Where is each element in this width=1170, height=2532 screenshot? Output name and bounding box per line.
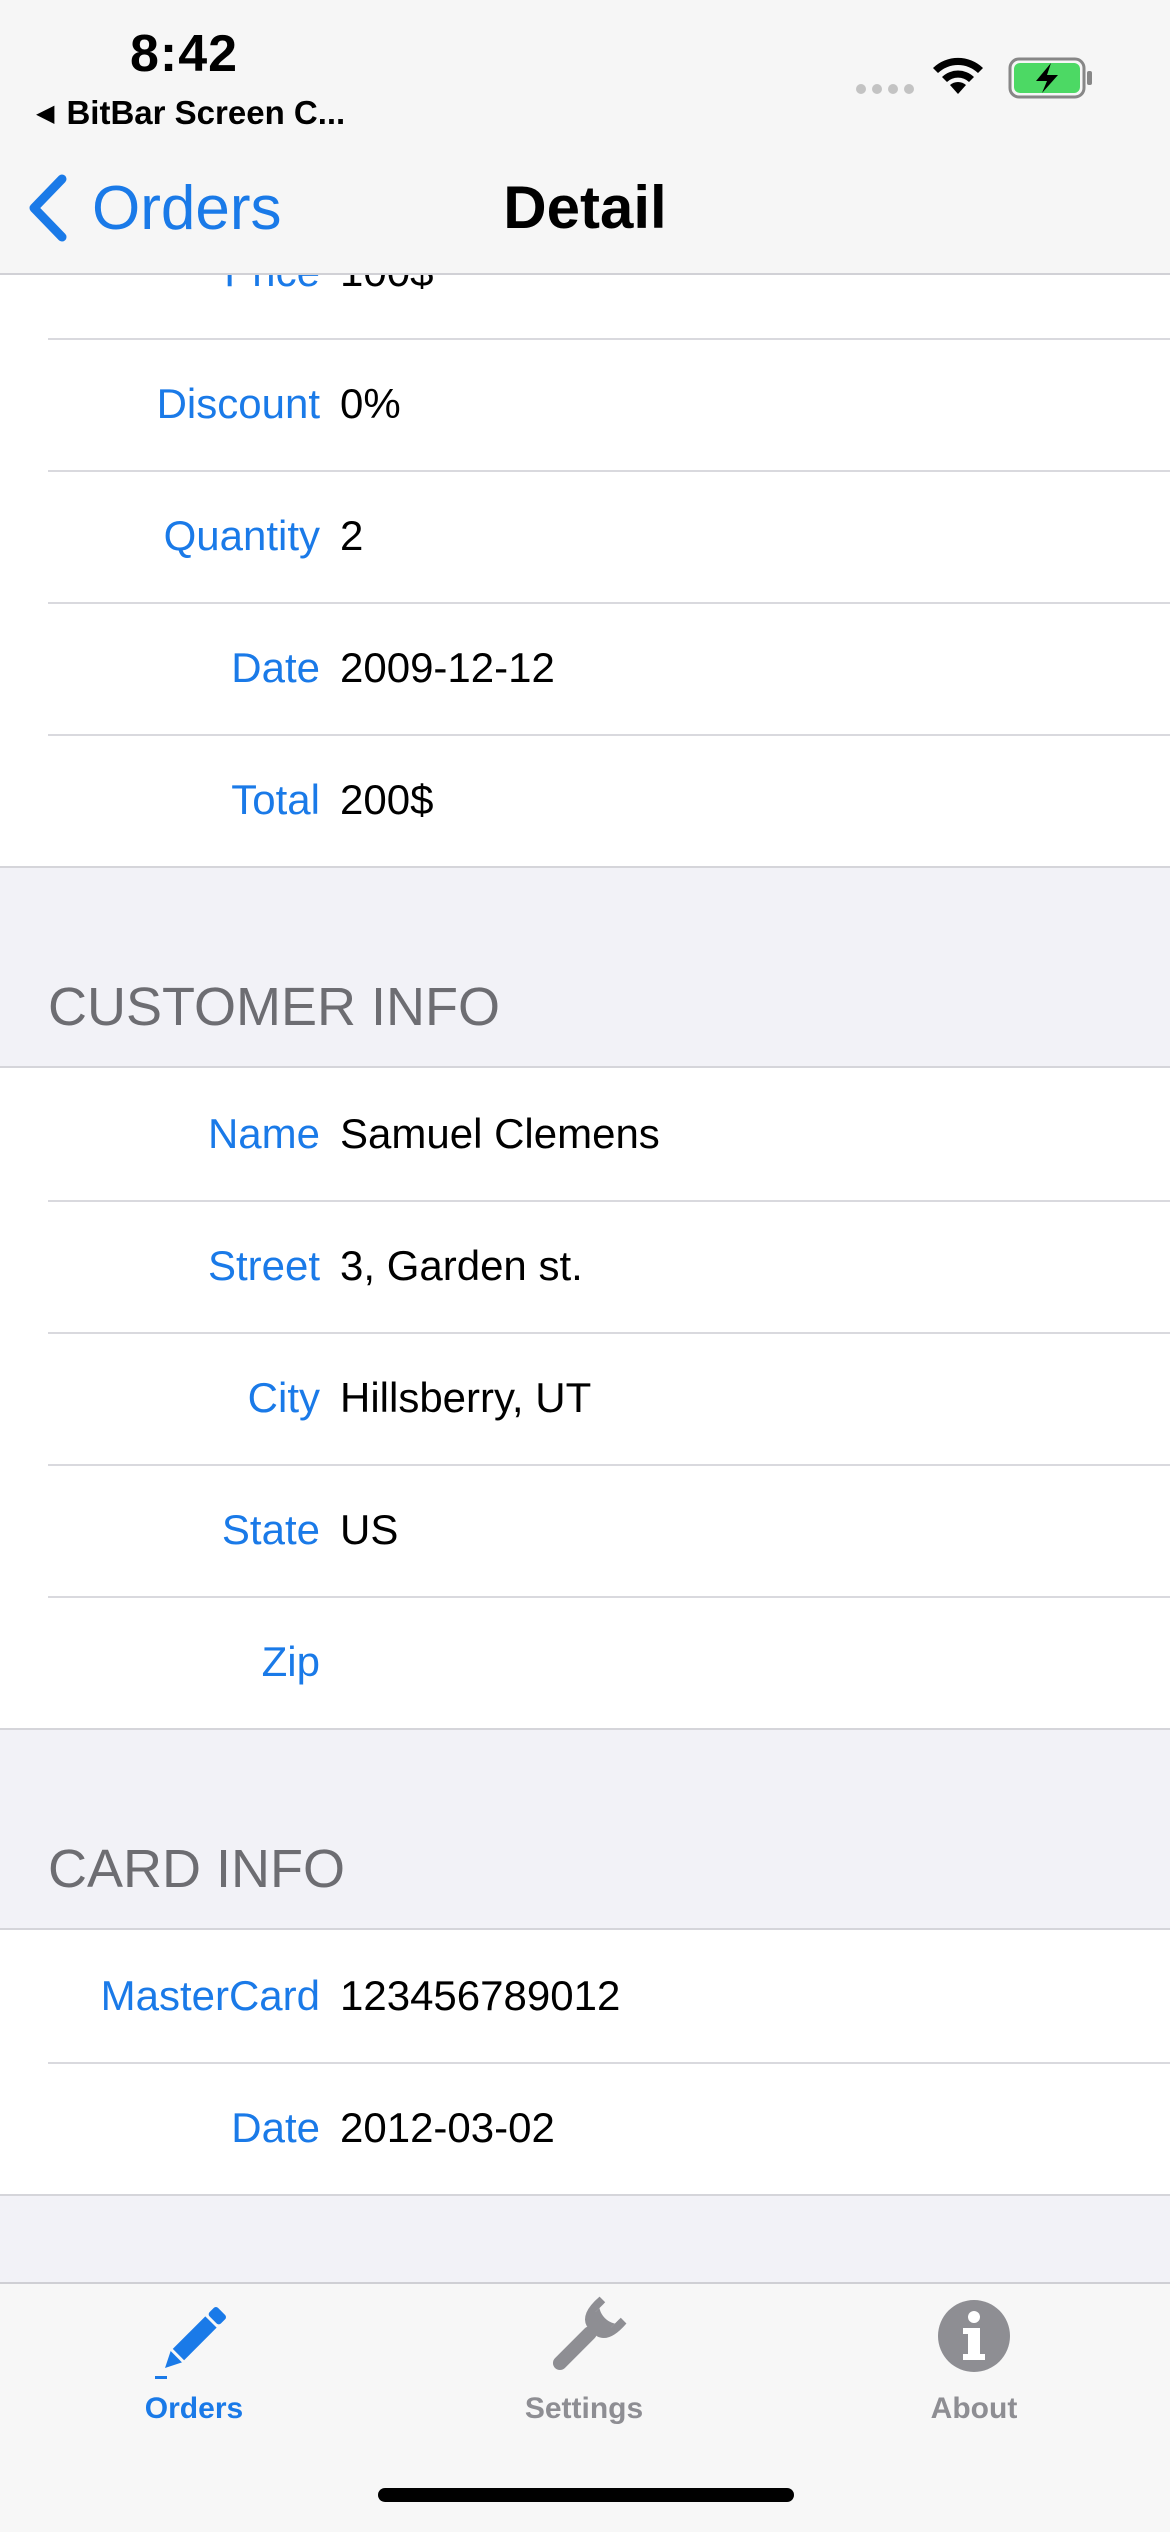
row-label: Quantity (163, 512, 320, 559)
tab-orders[interactable]: Orders (44, 2294, 344, 2444)
battery-charging-icon (1008, 57, 1092, 99)
pencil-icon (155, 2307, 226, 2379)
row-value: 0% (340, 380, 401, 427)
order-row-date[interactable]: Date 2009-12-12 (0, 602, 1170, 734)
order-section: Price 100$ Discount 0% Quantity 2 Date 2… (0, 206, 1170, 868)
home-indicator[interactable] (378, 2488, 794, 2502)
customer-info-header: CUSTOMER INFO (48, 977, 501, 1037)
order-row-total[interactable]: Total 200$ (0, 734, 1170, 866)
back-app-label: BitBar Screen C... (66, 94, 346, 131)
tab-about[interactable]: About (824, 2294, 1124, 2444)
row-label: Date (231, 644, 320, 691)
card-row-date[interactable]: Date 2012-03-02 (0, 2062, 1170, 2194)
row-label: Name (207, 1110, 320, 1157)
customer-section: Name Samuel Clemens Street 3, Garden st.… (0, 1066, 1170, 1730)
card-section: MasterCard 123456789012 Date 2012-03-02 (0, 1928, 1170, 2196)
tab-label: Settings (524, 2392, 644, 2425)
status-bar: 8:42 ◀ BitBar Screen C... (0, 0, 1170, 150)
row-value: 2009-12-12 (340, 644, 555, 691)
order-row-discount[interactable]: Discount 0% (0, 338, 1170, 470)
info-icon (938, 2300, 1010, 2372)
customer-row-name[interactable]: Name Samuel Clemens (0, 1068, 1170, 1200)
row-label: Date (231, 2104, 320, 2151)
row-value: 123456789012 (340, 1972, 621, 2019)
tab-label: Orders (144, 2392, 244, 2425)
page-title: Detail (503, 174, 667, 241)
wifi-icon (933, 57, 983, 94)
row-value: US (340, 1506, 399, 1553)
row-value: 3, Garden st. (340, 1242, 583, 1289)
tab-label: About (930, 2392, 1018, 2425)
status-time: 8:42 (130, 25, 239, 83)
navigation-bar: Orders Detail (0, 150, 1170, 275)
row-value: 2 (340, 512, 364, 559)
card-info-header: CARD INFO (48, 1839, 345, 1899)
row-label: Zip (261, 1638, 320, 1685)
customer-row-zip[interactable]: Zip (0, 1596, 1170, 1728)
detail-table[interactable]: Price 100$ Discount 0% Quantity 2 Date 2… (0, 150, 1170, 2282)
wrench-icon (552, 2296, 627, 2371)
row-label: MasterCard (100, 1972, 320, 2019)
customer-row-street[interactable]: Street 3, Garden st. (0, 1200, 1170, 1332)
tab-settings[interactable]: Settings (434, 2294, 734, 2444)
bottom-spacer (0, 2196, 1170, 2282)
order-row-quantity[interactable]: Quantity 2 (0, 470, 1170, 602)
card-row-number[interactable]: MasterCard 123456789012 (0, 1930, 1170, 2062)
row-label: Street (207, 1242, 320, 1289)
row-label: Discount (156, 380, 320, 427)
row-value: 2012-03-02 (340, 2104, 555, 2151)
row-value: 200$ (340, 776, 434, 823)
row-label: City (247, 1374, 320, 1421)
back-triangle-icon: ◀ (36, 99, 55, 127)
row-label: State (221, 1506, 320, 1553)
row-value: Samuel Clemens (340, 1110, 660, 1157)
row-value: Hillsberry, UT (340, 1374, 592, 1421)
row-label: Total (231, 776, 320, 823)
cellular-signal-icon (856, 84, 914, 94)
customer-row-city[interactable]: City Hillsberry, UT (0, 1332, 1170, 1464)
customer-row-state[interactable]: State US (0, 1464, 1170, 1596)
back-to-app-link[interactable]: ◀ BitBar Screen C... (36, 94, 345, 132)
